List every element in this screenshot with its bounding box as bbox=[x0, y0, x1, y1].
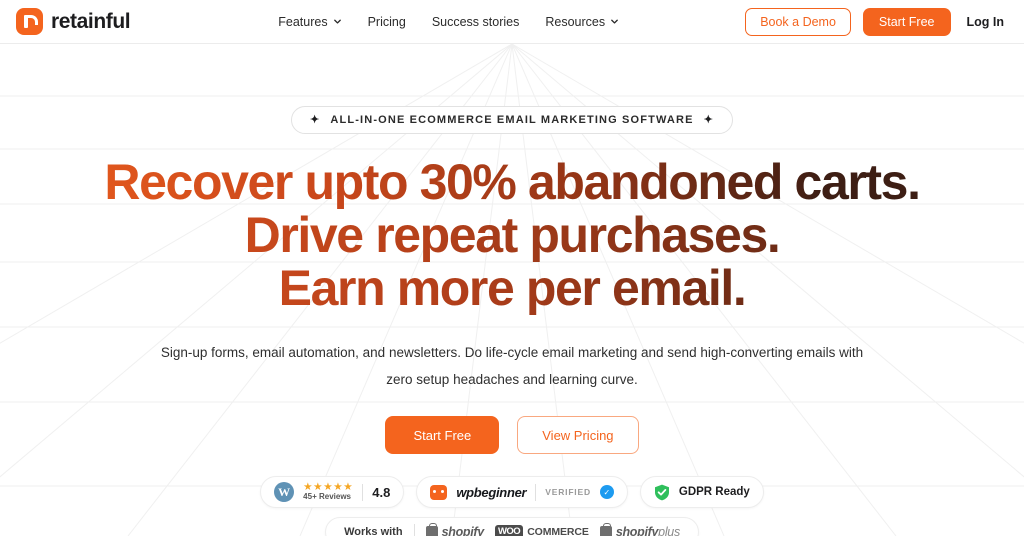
platform-shopify[interactable]: shopify bbox=[425, 522, 485, 536]
wpbeginner-icon bbox=[430, 484, 448, 500]
nav-item-resources[interactable]: Resources bbox=[545, 15, 619, 29]
platform-woocommerce[interactable]: WOO COMMERCE bbox=[494, 525, 589, 536]
main-navigation: Features Pricing Success stories Resourc… bbox=[278, 15, 619, 29]
wordpress-rating-text: ★★★★★ 45+ Reviews bbox=[303, 481, 353, 502]
green-shield-check-icon bbox=[654, 484, 669, 500]
log-in-link[interactable]: Log In bbox=[963, 15, 1009, 29]
wordpress-icon: W bbox=[274, 482, 295, 502]
nav-label: Pricing bbox=[367, 14, 406, 29]
divider bbox=[362, 483, 364, 501]
blue-check-icon: ✓ bbox=[599, 485, 614, 499]
woocommerce-label: COMMERCE bbox=[527, 526, 589, 536]
hero-cta-row: Start Free View Pricing bbox=[385, 416, 639, 454]
wpbeginner-verified-badge[interactable]: wpbeginner VERIFIED ✓ bbox=[416, 476, 628, 508]
sparkle-icon: ✦ bbox=[703, 113, 714, 126]
book-a-demo-button[interactable]: Book a Demo bbox=[745, 7, 851, 36]
shopify-bag-icon bbox=[599, 522, 612, 536]
brand-logo[interactable]: retainful bbox=[16, 8, 131, 35]
sparkle-icon: ✦ bbox=[310, 113, 321, 126]
gdpr-label: GDPR Ready bbox=[678, 486, 750, 498]
platform-shopify-plus[interactable]: shopifyplus bbox=[599, 522, 680, 536]
nav-label: Features bbox=[278, 14, 328, 29]
headline-line-3: Earn more per email. bbox=[104, 262, 919, 315]
start-free-button[interactable]: Start Free bbox=[862, 7, 951, 36]
divider bbox=[535, 483, 537, 501]
eyebrow-text: ALL-IN-ONE ECOMMERCE EMAIL MARKETING SOF… bbox=[330, 114, 694, 126]
divider bbox=[413, 523, 415, 536]
shopify-label: shopify bbox=[441, 525, 485, 536]
hero-view-pricing-button[interactable]: View Pricing bbox=[517, 416, 639, 454]
works-with-badge[interactable]: Works with shopify WOO COMMERCE shopifyp… bbox=[325, 517, 699, 536]
nav-label: Resources bbox=[545, 14, 606, 29]
hero-start-free-button[interactable]: Start Free bbox=[385, 416, 500, 454]
nav-item-success-stories[interactable]: Success stories bbox=[432, 15, 520, 29]
chevron-down-icon bbox=[611, 19, 618, 24]
wpbeginner-name: wpbeginner bbox=[456, 484, 527, 500]
chevron-down-icon bbox=[333, 19, 341, 24]
works-with-row: Works with shopify WOO COMMERCE shopifyp… bbox=[325, 517, 699, 536]
landing-page: retainful Features Pricing Success stori… bbox=[0, 0, 1024, 536]
gdpr-ready-badge[interactable]: GDPR Ready bbox=[639, 476, 764, 508]
verified-label: VERIFIED bbox=[545, 487, 591, 497]
eyebrow-badge: ✦ ALL-IN-ONE ECOMMERCE EMAIL MARKETING S… bbox=[291, 106, 733, 134]
retainful-logo-icon bbox=[16, 8, 43, 35]
works-with-label: Works with bbox=[344, 526, 403, 536]
woocommerce-icon: WOO bbox=[494, 525, 524, 536]
trust-badges-row: W ★★★★★ 45+ Reviews 4.8 wpbeginner VERIF… bbox=[260, 476, 764, 508]
hero-subtitle: Sign-up forms, email automation, and new… bbox=[160, 345, 864, 387]
nav-label: Success stories bbox=[431, 14, 520, 29]
shopify-bag-icon bbox=[425, 522, 438, 536]
review-count: 45+ Reviews bbox=[303, 492, 351, 502]
page-title: Recover upto 30% abandoned carts. Drive … bbox=[104, 154, 921, 315]
nav-item-features[interactable]: Features bbox=[278, 15, 341, 29]
nav-item-pricing[interactable]: Pricing bbox=[368, 15, 406, 29]
wordpress-rating-badge[interactable]: W ★★★★★ 45+ Reviews 4.8 bbox=[260, 476, 405, 508]
brand-name: retainful bbox=[51, 9, 131, 33]
rating-score: 4.8 bbox=[372, 484, 391, 500]
header-actions: Book a Demo Start Free Log In bbox=[745, 7, 1009, 36]
headline-line-2: Drive repeat purchases. bbox=[104, 209, 919, 262]
headline-line-1: Recover upto 30% abandoned carts. bbox=[104, 154, 921, 210]
hero-section: ✦ ALL-IN-ONE ECOMMERCE EMAIL MARKETING S… bbox=[0, 44, 1024, 536]
shopify-plus-label: shopifyplus bbox=[615, 525, 680, 536]
site-header: retainful Features Pricing Success stori… bbox=[0, 0, 1024, 44]
